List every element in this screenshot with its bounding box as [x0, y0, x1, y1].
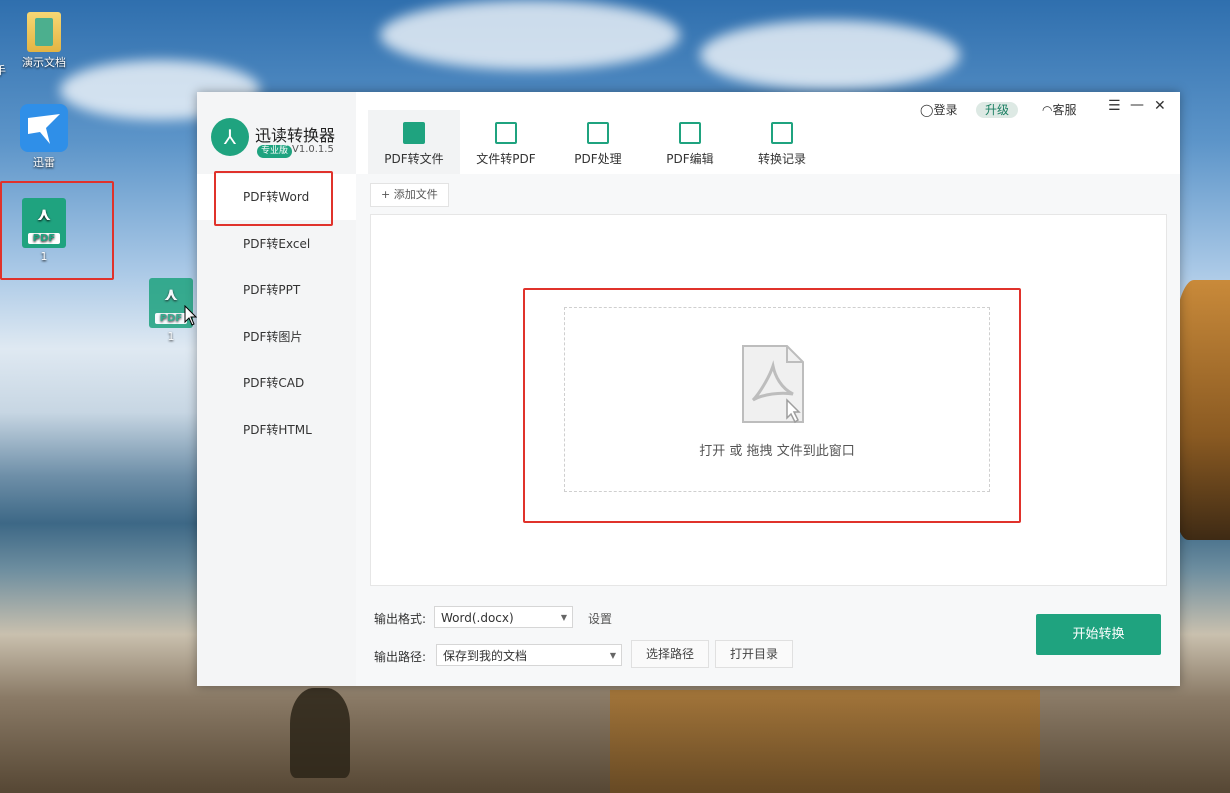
highlight-box-sidebar	[214, 171, 333, 226]
desktop-icon-label: 1	[167, 330, 175, 343]
tab-label: 转换记录	[757, 152, 806, 166]
output-path-value: 保存到我的文档	[443, 649, 528, 663]
user-icon: ◯	[920, 103, 934, 117]
sidebar-item-pdf-to-excel[interactable]: PDF转Excel	[197, 221, 356, 267]
edition-badge: 专业版	[257, 145, 293, 158]
output-format-select[interactable]: Word(.docx) ▼	[434, 606, 573, 628]
top-toolbar: PDF转文件 文件转PDF PDF处理 PDF编辑 转换记录 ◯登录 升级 ◠客…	[356, 92, 1180, 175]
tab-pdf-process[interactable]: PDF处理	[552, 110, 644, 172]
output-format-label: 输出格式:	[374, 612, 427, 626]
shadow-figure	[290, 688, 350, 778]
pdf-edit-icon	[679, 122, 701, 144]
output-path-select[interactable]: 保存到我的文档 ▼	[436, 644, 622, 666]
sidebar-item-pdf-to-html[interactable]: PDF转HTML	[197, 407, 356, 453]
desktop-icon-label: 演示文档	[22, 56, 66, 69]
app-name: 迅读转换器	[255, 126, 336, 145]
caret-down-icon: ▼	[560, 613, 567, 622]
minimize-icon[interactable]: —	[1130, 97, 1144, 113]
add-file-label: 添加文件	[393, 188, 438, 201]
app-logo-icon: ⅄	[211, 118, 249, 156]
login-label: 登录	[933, 103, 958, 117]
folder-icon	[27, 12, 61, 52]
settings-link[interactable]: 设置	[588, 610, 612, 627]
desktop-edge-label: 手	[0, 64, 6, 77]
water-reflection	[610, 690, 1040, 793]
service-button[interactable]: ◠客服	[1042, 101, 1077, 118]
highlight-box-desktop-pdf	[0, 181, 114, 280]
tab-label: PDF编辑	[666, 152, 714, 166]
app-version: V1.0.1.5	[292, 144, 334, 155]
headset-icon: ◠	[1042, 103, 1053, 117]
tab-label: 文件转PDF	[476, 152, 536, 166]
add-file-button[interactable]: + 添加文件	[370, 183, 449, 207]
choose-path-button[interactable]: 选择路径	[631, 640, 710, 668]
pdf-process-icon	[587, 122, 609, 144]
menu-icon[interactable]: ☰	[1108, 98, 1121, 114]
service-label: 客服	[1052, 103, 1077, 117]
open-dir-button[interactable]: 打开目录	[715, 640, 794, 668]
desktop-icon-label: 迅雷	[33, 156, 55, 169]
sidebar-item-pdf-to-ppt[interactable]: PDF转PPT	[197, 267, 356, 313]
desktop-icon-xunlei[interactable]: 迅雷	[14, 104, 74, 170]
tab-pdf-to-file[interactable]: PDF转文件	[368, 110, 460, 174]
upgrade-label: 升级	[976, 102, 1019, 118]
sidebar-item-pdf-to-cad[interactable]: PDF转CAD	[197, 360, 356, 406]
history-icon	[771, 122, 793, 144]
output-format-value: Word(.docx)	[441, 611, 514, 625]
upgrade-button[interactable]: 升级	[976, 101, 1019, 118]
output-path-label: 输出路径:	[374, 650, 427, 664]
plus-icon: +	[381, 188, 394, 201]
login-button[interactable]: ◯登录	[920, 101, 957, 118]
sidebar-item-pdf-to-image[interactable]: PDF转图片	[197, 314, 356, 360]
pdf-to-file-icon	[403, 122, 425, 144]
tab-history[interactable]: 转换记录	[736, 110, 828, 172]
caret-down-icon: ▼	[609, 651, 616, 660]
xunlei-bird-icon	[20, 104, 68, 152]
close-icon[interactable]: ✕	[1154, 98, 1166, 114]
tab-pdf-edit[interactable]: PDF编辑	[644, 110, 736, 172]
file-to-pdf-icon	[495, 122, 517, 144]
tab-label: PDF处理	[574, 152, 622, 166]
tab-label: PDF转文件	[384, 152, 444, 166]
cloud	[380, 0, 680, 70]
cloud	[700, 20, 960, 90]
start-convert-button[interactable]: 开始转换	[1036, 614, 1161, 655]
highlight-box-drop-zone	[523, 288, 1021, 523]
app-window: ⅄ 迅读转换器 专业版 V1.0.1.5 PDF转Word PDF转Excel …	[197, 92, 1180, 686]
desktop-icon-demo-docs[interactable]: 演示文档	[14, 12, 74, 70]
mouse-cursor-icon	[184, 305, 198, 326]
tab-file-to-pdf[interactable]: 文件转PDF	[460, 110, 552, 172]
